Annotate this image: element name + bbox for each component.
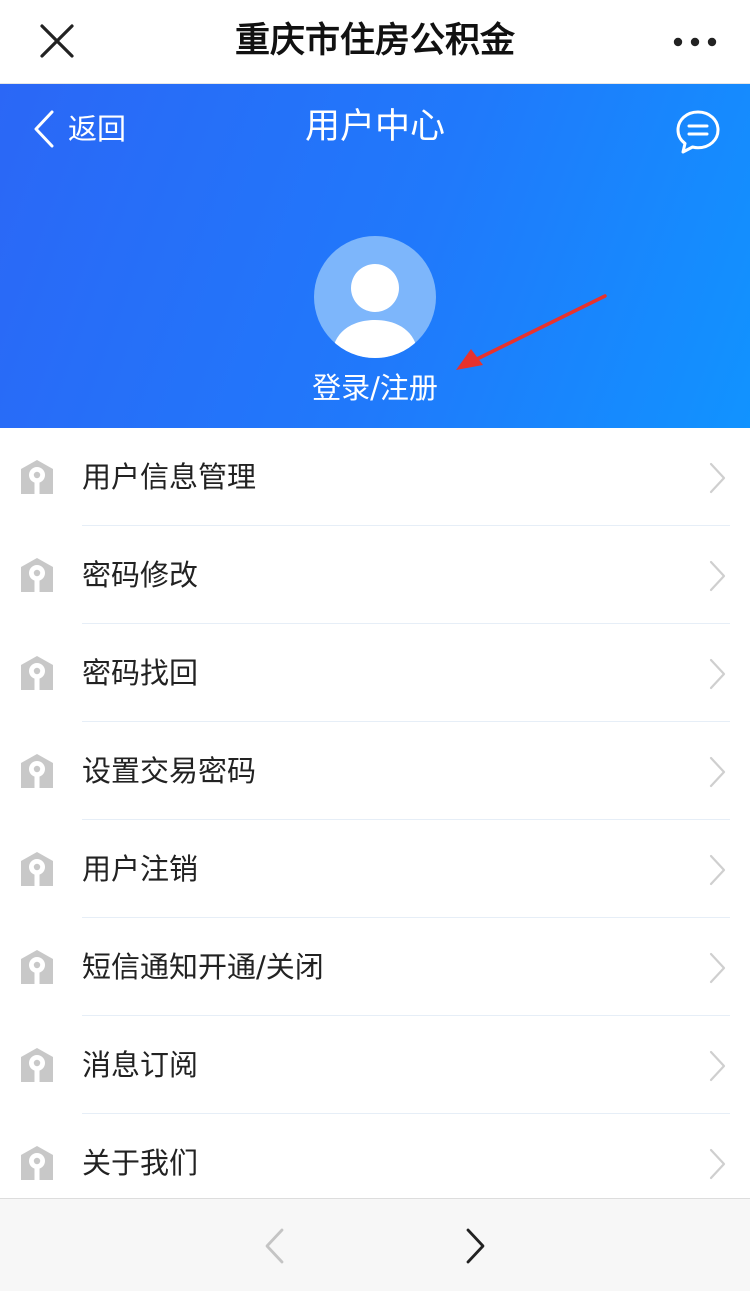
menu-item-password-recovery[interactable]: 密码找回 xyxy=(0,624,750,722)
house-keyhole-icon xyxy=(21,950,53,984)
chevron-right-icon xyxy=(709,756,726,788)
avatar[interactable] xyxy=(314,236,436,358)
house-keyhole-icon xyxy=(21,460,53,494)
chat-bubble-icon[interactable] xyxy=(674,108,722,156)
user-avatar-icon xyxy=(332,264,418,358)
house-keyhole-icon xyxy=(21,656,53,690)
chevron-right-icon xyxy=(709,462,726,494)
window-title: 重庆市住房公积金 xyxy=(234,21,515,61)
house-keyhole-icon xyxy=(21,558,53,592)
menu-item-label: 用户信息管理 xyxy=(82,460,257,494)
house-keyhole-icon xyxy=(21,1146,53,1180)
bottom-toolbar xyxy=(0,1198,750,1291)
menu-item-label: 关于我们 xyxy=(82,1146,199,1180)
menu-item-message-subscription[interactable]: 消息订阅 xyxy=(0,1016,750,1114)
menu-list: 用户信息管理 密码修改 密码找回 设置交易密码 用户注销 短信通知开通/关闭 消… xyxy=(0,428,750,1198)
chevron-right-icon xyxy=(709,952,726,984)
menu-item-password-change[interactable]: 密码修改 xyxy=(0,526,750,624)
menu-item-about-us[interactable]: 关于我们 xyxy=(0,1114,750,1198)
menu-item-label: 用户注销 xyxy=(82,852,199,886)
page-title: 用户中心 xyxy=(304,107,445,147)
chevron-right-icon xyxy=(709,560,726,592)
annotation-arrow-icon xyxy=(456,294,607,370)
user-center-header: 返回 用户中心 登录/注册 xyxy=(0,84,750,428)
chevron-right-icon xyxy=(709,1050,726,1082)
more-dots-icon[interactable] xyxy=(670,28,720,56)
menu-item-label: 短信通知开通/关闭 xyxy=(82,950,324,984)
chevron-right-icon xyxy=(709,658,726,690)
top-navigation-bar: 重庆市住房公积金 xyxy=(0,0,750,84)
house-keyhole-icon xyxy=(21,754,53,788)
chevron-right-icon xyxy=(709,854,726,886)
menu-item-user-info[interactable]: 用户信息管理 xyxy=(0,428,750,526)
menu-item-transaction-password[interactable]: 设置交易密码 xyxy=(0,722,750,820)
chevron-right-icon xyxy=(709,1148,726,1180)
house-keyhole-icon xyxy=(21,852,53,886)
chevron-right-icon[interactable] xyxy=(464,1227,488,1265)
house-keyhole-icon xyxy=(21,1048,53,1082)
menu-item-label: 消息订阅 xyxy=(82,1048,199,1082)
chevron-left-icon[interactable] xyxy=(262,1227,286,1265)
menu-item-label: 密码修改 xyxy=(82,558,199,592)
menu-item-label: 设置交易密码 xyxy=(82,754,257,788)
menu-item-sms-notification[interactable]: 短信通知开通/关闭 xyxy=(0,918,750,1016)
menu-item-account-cancel[interactable]: 用户注销 xyxy=(0,820,750,918)
login-register-link[interactable]: 登录/注册 xyxy=(0,368,750,408)
menu-item-label: 密码找回 xyxy=(82,656,199,690)
